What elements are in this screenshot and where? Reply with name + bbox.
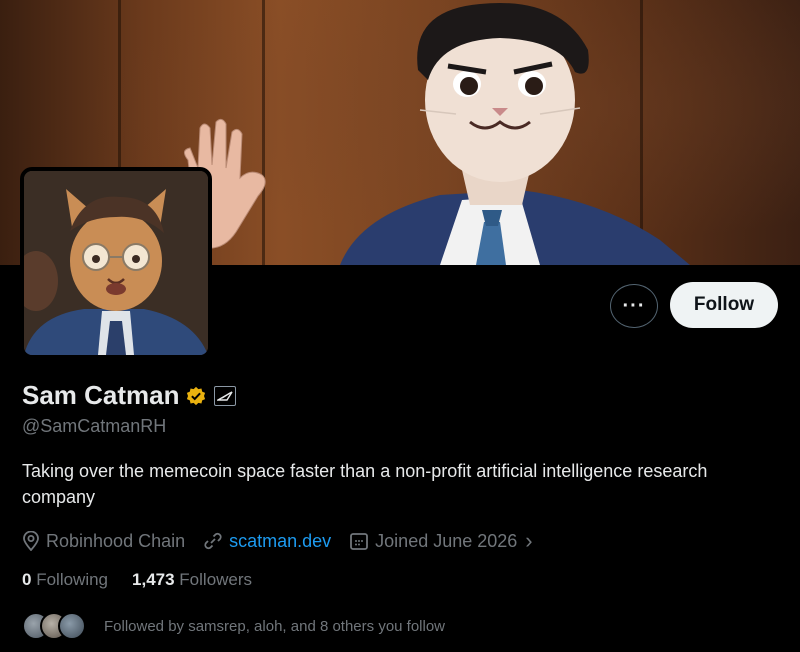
following-label: Following [36,570,109,589]
website-item[interactable]: scatman.dev [203,531,331,552]
website-link[interactable]: scatman.dev [229,531,331,552]
display-name: Sam Catman [22,380,180,410]
joined-item[interactable]: Joined June 2026 › [349,528,533,554]
joined-text: Joined June 2026 [375,530,518,551]
followers-stat[interactable]: 1,473 Followers [132,570,252,590]
affiliate-badge-icon[interactable] [213,385,236,406]
location-text: Robinhood Chain [46,530,186,551]
profile-avatar[interactable] [20,167,212,359]
feather-icon [216,390,233,401]
mutual-avatars [22,612,90,640]
following-count: 0 [22,570,32,589]
followers-label: Followers [179,570,253,589]
verified-badge-icon[interactable] [186,386,206,406]
profile-stats: 0 Following 1,473 Followers [22,570,276,590]
link-icon [204,532,222,550]
location-pin-icon [23,531,39,551]
profile-bio: Taking over the memecoin space faster th… [22,461,708,507]
follow-button[interactable]: Follow [670,282,778,328]
calendar-icon [350,533,369,550]
following-stat[interactable]: 0 Following [22,570,108,590]
profile-meta-row: Robinhood Chain scatman.dev Joined June … [22,528,551,554]
followed-by-text: Followed by samsrep, aloh, and 8 others … [104,617,446,635]
profile-handle: @SamCatmanRH [22,416,167,436]
location-item: Robinhood Chain [22,531,185,552]
ellipsis-icon: ··· [622,294,646,317]
followed-by-row[interactable]: Followed by samsrep, aloh, and 8 others … [22,612,445,640]
mutual-avatar [58,612,86,640]
follow-button-label: Follow [693,294,755,315]
more-options-button[interactable]: ··· [610,284,658,328]
chevron-right-icon[interactable]: › [525,528,532,554]
profile-name-row: Sam Catman [22,380,236,411]
cat-avatar-illustration [24,171,208,355]
followers-count: 1,473 [132,570,175,589]
